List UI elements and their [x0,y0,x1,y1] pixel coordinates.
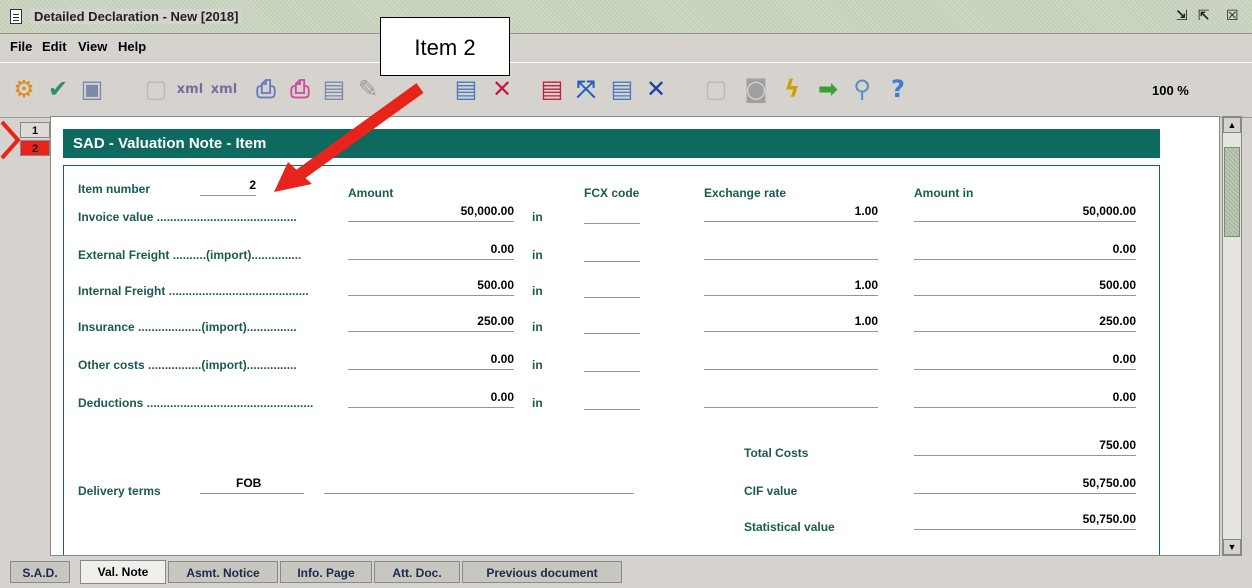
maximize-icon[interactable]: ⇱ [1198,8,1210,24]
menu-help[interactable]: Help [118,39,146,54]
pointer-arrow-icon [274,83,424,192]
insurance-label: Insurance ...................(import)...… [78,320,297,334]
insurance-rate[interactable]: 1.00 [704,314,878,332]
internal-freight-fcx[interactable] [584,280,640,298]
external-freight-rate[interactable] [704,242,878,260]
disabled-icon: ▢ [144,75,168,103]
valuation-note-view: SAD - Valuation Note - Item Item number … [50,116,1220,556]
cif-value-field[interactable]: 50,750.00 [914,476,1136,494]
deductions-rate[interactable] [704,390,878,408]
menu-file[interactable]: File [10,39,32,54]
tab-asmt-notice[interactable]: Asmt. Notice [168,561,278,583]
delivery-terms-field[interactable]: FOB [200,476,304,494]
add-document-icon[interactable]: ▤ [606,73,638,105]
remove-document-icon[interactable]: ▤ [536,73,568,105]
item-number-label: Item number [78,182,151,196]
other-costs-fcx[interactable] [584,354,640,372]
help-icon[interactable]: ? [882,73,914,105]
other-costs-rate[interactable] [704,352,878,370]
internal-freight-rate[interactable]: 1.00 [704,278,878,296]
total-costs-field[interactable]: 750.00 [914,438,1136,456]
statistical-value-label: Statistical value [744,520,835,534]
other-costs-amount-in[interactable]: 0.00 [914,352,1136,370]
in-label: in [532,284,543,298]
gear-icon[interactable]: ⚙ [8,73,40,105]
total-costs-label: Total Costs [744,446,809,460]
item-tab-1[interactable]: 1 [20,122,50,138]
internal-freight-amount-in[interactable]: 500.00 [914,278,1136,296]
insurance-amount-in[interactable]: 250.00 [914,314,1136,332]
internal-freight-label: Internal Freight .......................… [78,284,309,298]
item-tab-2[interactable]: 2 [20,140,50,156]
expand-icon[interactable]: ⤧ [570,73,602,105]
other-costs-amount[interactable]: 0.00 [348,352,514,370]
scroll-up-icon[interactable]: ▲ [1223,117,1241,133]
xml-export-icon[interactable]: xml [208,73,240,105]
tab-previous-document[interactable]: Previous document [462,561,622,583]
in-label: in [532,210,543,224]
add-item-icon[interactable]: ▤ [450,73,482,105]
delete-icon[interactable]: ✕ [486,73,518,105]
fcx-header: FCX code [584,186,640,200]
external-freight-label: External Freight ..........(import).....… [78,248,302,262]
menu-view[interactable]: View [78,39,107,54]
item-number-field[interactable]: 2 [200,178,256,196]
document-icon [10,9,22,24]
deductions-amount[interactable]: 0.00 [348,390,514,408]
minimize-icon[interactable]: ⇲ [1176,8,1188,24]
save-icon[interactable]: ▣ [76,73,108,105]
tab-val-note[interactable]: Val. Note [80,560,166,584]
tab-info-page[interactable]: Info. Page [280,561,372,583]
menu-bar: File Edit View Help [0,36,1252,56]
in-label: in [532,358,543,372]
scroll-thumb[interactable] [1224,147,1240,237]
in-label: in [532,248,543,262]
deductions-fcx[interactable] [584,392,640,410]
vertical-scrollbar[interactable]: ▲ ▼ [1222,116,1242,556]
invoice-value-fcx[interactable] [584,206,640,224]
invoice-value-rate[interactable]: 1.00 [704,204,878,222]
lightning-icon[interactable]: ϟ [776,73,808,105]
exchange-rate-header: Exchange rate [704,186,787,200]
zoom-level: 100 % [1152,83,1189,98]
valuation-panel: Item number 2 Amount FCX code Exchange r… [63,165,1160,555]
close-icon[interactable]: ☒ [1226,8,1239,24]
external-freight-amount-in[interactable]: 0.00 [914,242,1136,260]
toolbar: ⚙ ✔ ▣ ▢ xml xml ⎙ ⎙ ▤ ✎ ▤ ✕ ▤ ⤧ ▤ ✕ ▢ ◙ … [0,62,1252,118]
invoice-value-amount[interactable]: 50,000.00 [348,204,514,222]
amount-in-header: Amount in [914,186,974,200]
other-costs-label: Other costs ................(import)....… [78,358,297,372]
menu-edit[interactable]: Edit [42,39,67,54]
search-icon[interactable]: ⚲ [846,73,878,105]
title-bar: Detailed Declaration - New [2018] ⇲ ⇱ ☒ [0,0,1252,34]
in-label: in [532,320,543,334]
invoice-value-amount-in[interactable]: 50,000.00 [914,204,1136,222]
item-callout: Item 2 [380,17,510,76]
delivery-terms-label: Delivery terms [78,484,161,498]
arrow-right-icon[interactable]: ➡ [812,73,844,105]
window-title: Detailed Declaration - New [2018] [30,9,243,24]
section-header: SAD - Valuation Note - Item [63,129,1160,158]
check-icon[interactable]: ✔ [42,73,74,105]
external-freight-fcx[interactable] [584,244,640,262]
disabled-icon-2: ▢ [704,75,728,103]
red-bracket-icon [0,120,21,160]
deductions-label: Deductions .............................… [78,396,314,410]
xml-import-icon[interactable]: xml [174,73,206,105]
invoice-value-label: Invoice value ..........................… [78,210,297,224]
delivery-terms-place-field[interactable] [324,476,634,494]
deductions-amount-in[interactable]: 0.00 [914,390,1136,408]
insurance-fcx[interactable] [584,316,640,334]
cif-value-label: CIF value [744,484,798,498]
insurance-amount[interactable]: 250.00 [348,314,514,332]
tab-sad[interactable]: S.A.D. [10,561,70,583]
scroll-down-icon[interactable]: ▼ [1223,539,1241,555]
camera-icon[interactable]: ◙ [740,73,772,105]
internal-freight-amount[interactable]: 500.00 [348,278,514,296]
cancel-icon[interactable]: ✕ [640,73,672,105]
tab-att-doc[interactable]: Att. Doc. [374,561,460,583]
external-freight-amount[interactable]: 0.00 [348,242,514,260]
statistical-value-field[interactable]: 50,750.00 [914,512,1136,530]
in-label: in [532,396,543,410]
